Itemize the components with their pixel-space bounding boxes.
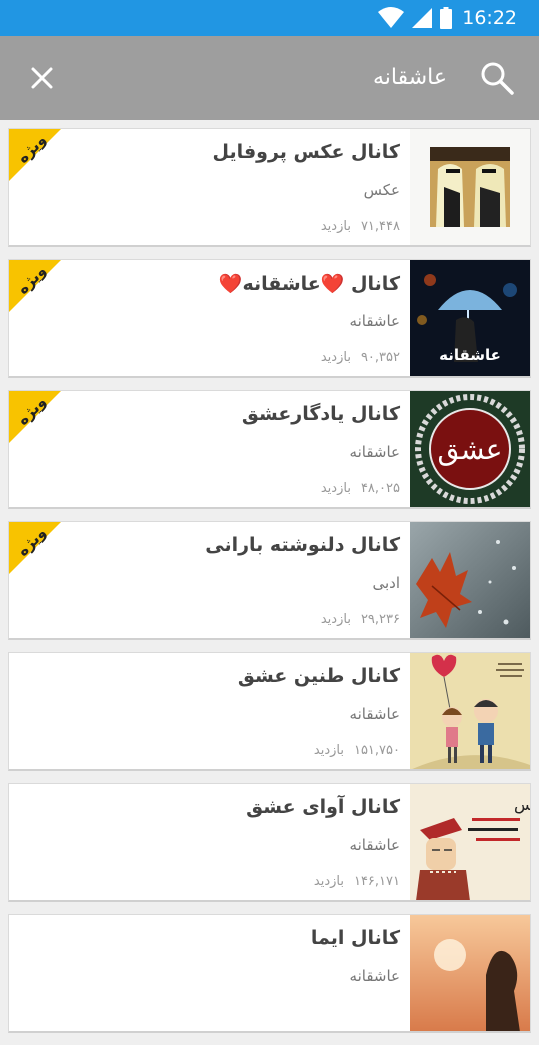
status-icons: 16:22 bbox=[378, 0, 517, 36]
featured-badge: ویژه bbox=[9, 260, 61, 312]
views-count: ۹۰,۳۵۲ bbox=[360, 350, 400, 365]
channel-title: کانال ایما bbox=[310, 927, 400, 949]
battery-icon bbox=[440, 7, 453, 29]
status-time: 16:22 bbox=[462, 7, 517, 29]
channel-title: کانال ❤️عاشقانه❤️ bbox=[218, 273, 400, 295]
views-count: ۱۵۱,۷۵۰ bbox=[353, 743, 400, 758]
channel-views: ۹۰,۳۵۲ بازدید bbox=[321, 350, 400, 365]
channel-category: عاشقانه bbox=[349, 312, 400, 330]
channel-card[interactable]: ویژه کانال ❤️عاشقانه❤️ عاشقانه ۹۰,۳۵۲ باز… bbox=[8, 259, 531, 378]
channel-thumbnail bbox=[410, 915, 530, 1031]
channel-views: ۲۹,۲۳۶ بازدید bbox=[321, 612, 400, 627]
channel-title: کانال طنین عشق bbox=[237, 665, 400, 687]
channel-category: عاشقانه bbox=[349, 836, 400, 854]
channel-card[interactable]: ویژه کانال عکس پروفایل عکس ۷۱,۴۴۸ بازدید bbox=[8, 128, 531, 247]
channel-thumbnail: عاشقانه bbox=[410, 260, 530, 376]
thumbnail-text: عشق bbox=[437, 433, 502, 466]
views-count: ۱۴۶,۱۷۱ bbox=[353, 874, 400, 889]
signal-icon bbox=[412, 8, 433, 28]
wifi-icon bbox=[378, 7, 405, 28]
views-label: بازدید bbox=[320, 481, 351, 496]
channel-title: کانال یادگارعشق bbox=[241, 403, 400, 425]
channel-thumbnail: هیچکس bbox=[410, 784, 530, 900]
channel-thumbnail bbox=[410, 129, 530, 245]
channel-card[interactable]: ویژه کانال یادگارعشق عاشقانه ۴۸,۰۲۵ بازدی… bbox=[8, 390, 531, 509]
search-bar: عاشقانه bbox=[0, 36, 539, 120]
channel-thumbnail: عشق bbox=[410, 391, 530, 507]
channel-card[interactable]: ویژه کانال دلنوشته بارانی ادبی ۲۹,۲۳۶ باز… bbox=[8, 521, 531, 640]
channel-category: عاشقانه bbox=[349, 967, 400, 985]
views-label: بازدید bbox=[313, 874, 344, 889]
views-label: بازدید bbox=[320, 350, 351, 365]
channel-views: ۱۴۶,۱۷۱ بازدید bbox=[314, 874, 400, 889]
featured-badge: ویژه bbox=[9, 391, 61, 443]
channel-list: ویژه کانال عکس پروفایل عکس ۷۱,۴۴۸بازدید … bbox=[8, 128, 531, 1045]
channel-title: کانال آوای عشق bbox=[246, 796, 400, 818]
channel-thumbnail bbox=[410, 653, 530, 769]
channel-category: ادبی bbox=[372, 574, 400, 592]
views-count: ۷۱,۴۴۸ bbox=[360, 219, 400, 234]
search-icon[interactable] bbox=[479, 60, 515, 96]
channel-card[interactable]: کانال آوای عشق عاشقانه ۱۴۶,۱۷۱ بازدید هیچ… bbox=[8, 783, 531, 902]
views-label: بازدید bbox=[320, 612, 351, 627]
channel-views: ۷۱,۴۴۸ بازدید bbox=[321, 219, 400, 234]
channel-title: کانال دلنوشته بارانی bbox=[205, 534, 400, 556]
channel-views: ۱۵۱,۷۵۰ بازدید bbox=[314, 743, 400, 758]
featured-badge: ویژه bbox=[9, 522, 61, 574]
channel-category: عکس bbox=[363, 181, 400, 199]
channel-card[interactable]: کانال ایما عاشقانه bbox=[8, 914, 531, 1033]
channel-thumbnail bbox=[410, 522, 530, 638]
channel-views: ۴۸,۰۲۵ بازدید bbox=[321, 481, 400, 496]
close-icon[interactable] bbox=[26, 62, 58, 94]
thumbnail-text: هیچکس bbox=[514, 795, 530, 815]
channel-title: کانال عکس پروفایل bbox=[212, 141, 401, 163]
status-bar: 16:22 bbox=[0, 0, 539, 36]
featured-badge: ویژه bbox=[9, 129, 61, 181]
views-label: بازدید bbox=[313, 743, 344, 758]
views-label: بازدید bbox=[320, 219, 351, 234]
channel-card[interactable]: کانال طنین عشق عاشقانه ۱۵۱,۷۵۰ بازدید bbox=[8, 652, 531, 771]
search-query[interactable]: عاشقانه bbox=[373, 60, 447, 96]
channel-category: عاشقانه bbox=[349, 705, 400, 723]
views-count: ۲۹,۲۳۶ bbox=[360, 612, 400, 627]
thumbnail-text: عاشقانه bbox=[439, 346, 501, 364]
channel-category: عاشقانه bbox=[349, 443, 400, 461]
views-count: ۴۸,۰۲۵ bbox=[360, 481, 400, 496]
